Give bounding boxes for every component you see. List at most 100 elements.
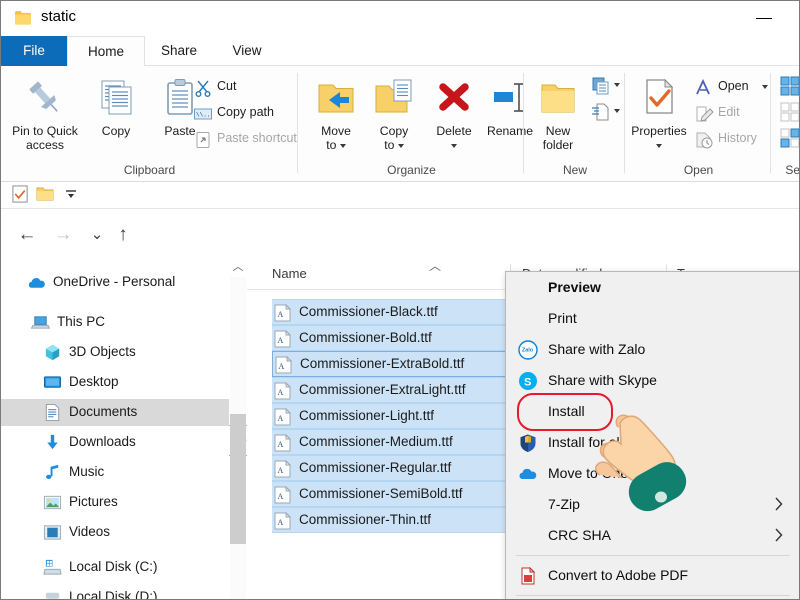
file-name: Commissioner-Bold.ttf — [299, 330, 432, 345]
menu-item-move-to-onedrive[interactable]: Move to OneDrive — [506, 458, 799, 489]
history-label: History — [718, 131, 757, 145]
sidebar-item-local-disk-c[interactable]: Local Disk (C:) — [1, 554, 229, 581]
chevron-down-icon — [451, 143, 457, 148]
sidebar-item-documents[interactable]: Documents — [1, 399, 229, 426]
menu-item-label: Share with Zalo — [548, 341, 646, 357]
back-button[interactable]: ← — [13, 221, 41, 249]
tab-file[interactable]: File — [1, 36, 67, 66]
chevron-down-icon — [339, 143, 346, 148]
open-button[interactable]: Open — [692, 76, 772, 100]
videos-icon — [43, 525, 62, 540]
menu-item-7-zip[interactable]: 7-Zip — [506, 489, 799, 520]
menu-item-print[interactable]: Print — [506, 303, 799, 334]
sidebar-item-3d-objects[interactable]: 3D Objects — [1, 339, 229, 366]
move-to-label-line2: to — [326, 138, 337, 152]
sidebar-item-downloads[interactable]: Downloads — [1, 429, 229, 456]
svg-text:\\..: \\.. — [196, 112, 210, 119]
sidebar-item-onedrive[interactable]: OneDrive - Personal — [1, 269, 229, 296]
properties-icon[interactable] — [11, 185, 30, 204]
sidebar-label: Local Disk (C:) — [69, 559, 158, 574]
tab-share[interactable]: Share — [143, 36, 215, 66]
new-folder-button[interactable]: New folder — [527, 72, 589, 160]
folder-icon — [15, 11, 31, 25]
select-all-button[interactable] — [778, 74, 799, 98]
edit-button[interactable]: Edit — [692, 102, 772, 126]
file-name: Commissioner-Medium.ttf — [299, 434, 453, 449]
select-none-button[interactable] — [778, 100, 799, 124]
move-to-button[interactable]: Move to — [305, 72, 367, 160]
copy-to-button[interactable]: Copy to — [363, 72, 425, 160]
new-folder-line2: folder — [542, 138, 574, 152]
chevron-down-icon — [656, 143, 662, 148]
delete-label: Delete — [436, 124, 472, 138]
tab-view[interactable]: View — [215, 36, 279, 66]
menu-item-share-with-skype[interactable]: S Share with Skype — [506, 365, 799, 396]
paste-shortcut-icon — [196, 132, 210, 148]
menu-separator — [516, 555, 790, 556]
file-name: Commissioner-Regular.ttf — [299, 460, 452, 475]
downloads-icon — [47, 434, 58, 450]
chevron-down-icon — [614, 109, 620, 113]
sidebar-label: 3D Objects — [69, 344, 136, 359]
minimize-button[interactable] — [741, 1, 787, 33]
ribbon-group-select: Select — [772, 66, 799, 181]
font-file-icon: A — [274, 460, 291, 478]
new-item-button[interactable] — [589, 74, 625, 98]
menu-item-install-for-all-users[interactable]: Install for all users — [506, 427, 799, 458]
font-file-icon: A — [274, 382, 291, 400]
sidebar-label: Documents — [69, 404, 138, 419]
navigation-pane-scrollbar[interactable]: ︿ — [230, 259, 246, 599]
menu-item-convert-to-adobe-pdf[interactable]: Convert to Adobe PDF — [506, 560, 799, 591]
properties-button[interactable]: Properties — [626, 72, 692, 160]
sidebar-item-pictures[interactable]: Pictures — [1, 489, 229, 516]
cut-button[interactable]: Cut — [191, 76, 291, 100]
properties-label: Properties — [631, 124, 687, 138]
forward-button[interactable]: → — [49, 221, 77, 249]
delete-button[interactable]: Delete — [423, 72, 485, 160]
ribbon-group-open: Properties Open Edit History Open — [626, 66, 771, 181]
pictures-icon — [43, 495, 62, 510]
pin-to-quick-access-button[interactable]: Pin to Quick access — [9, 72, 81, 160]
sidebar-item-desktop[interactable]: Desktop — [1, 369, 229, 396]
menu-item-label: Print — [548, 310, 577, 326]
sidebar-item-local-disk-d[interactable]: Local Disk (D:) — [1, 584, 229, 599]
history-button[interactable]: History — [692, 128, 772, 152]
quick-access-toolbar — [1, 182, 799, 209]
menu-item-crc-sha[interactable]: CRC SHA — [506, 520, 799, 551]
menu-item-share-with-zalo[interactable]: Zalo Share with Zalo — [506, 334, 799, 365]
file-explorer-window: static File Home Share View Pin to Quick… — [0, 0, 800, 600]
copy-path-button[interactable]: \\.. Copy path — [191, 102, 301, 126]
easy-access-icon — [592, 103, 609, 121]
chevron-up-icon[interactable]: ︿ — [230, 259, 246, 277]
new-folder-icon[interactable] — [36, 186, 54, 202]
menu-item-preview[interactable]: Preview — [506, 272, 799, 303]
up-button[interactable]: ↑ — [109, 221, 137, 249]
sidebar-label: This PC — [57, 314, 106, 329]
svg-text:A: A — [278, 466, 284, 475]
sidebar-item-videos[interactable]: Videos — [1, 519, 229, 546]
svg-text:A: A — [278, 414, 284, 423]
menu-item-label: Install for all users — [548, 434, 661, 450]
menu-item-install[interactable]: Install — [506, 396, 799, 427]
sidebar-item-this-pc[interactable]: This PC — [1, 309, 229, 336]
sidebar-label: OneDrive - Personal — [53, 274, 176, 289]
invert-selection-button[interactable] — [778, 126, 799, 150]
open-label: Open — [718, 79, 749, 93]
title-bar: static — [1, 1, 799, 36]
recent-locations-button[interactable]: ⌄ — [83, 221, 111, 249]
tab-home[interactable]: Home — [67, 36, 145, 67]
scrollbar-thumb[interactable] — [230, 414, 246, 544]
column-header-name[interactable]: Name — [272, 266, 307, 281]
paste-shortcut-button[interactable]: Paste shortcut — [191, 128, 311, 152]
open-icon — [696, 78, 710, 95]
skype-icon: S — [519, 372, 537, 390]
copy-button[interactable]: Copy — [85, 72, 147, 160]
sidebar-label: Music — [69, 464, 105, 479]
easy-access-button[interactable] — [589, 100, 625, 124]
font-file-icon: A — [274, 330, 291, 348]
menu-item-label: CRC SHA — [548, 527, 612, 543]
scrollbar-track[interactable] — [230, 277, 246, 599]
chevron-down-icon[interactable] — [63, 188, 79, 202]
file-name: Commissioner-Black.ttf — [299, 304, 438, 319]
sidebar-item-music[interactable]: Music — [1, 459, 229, 486]
